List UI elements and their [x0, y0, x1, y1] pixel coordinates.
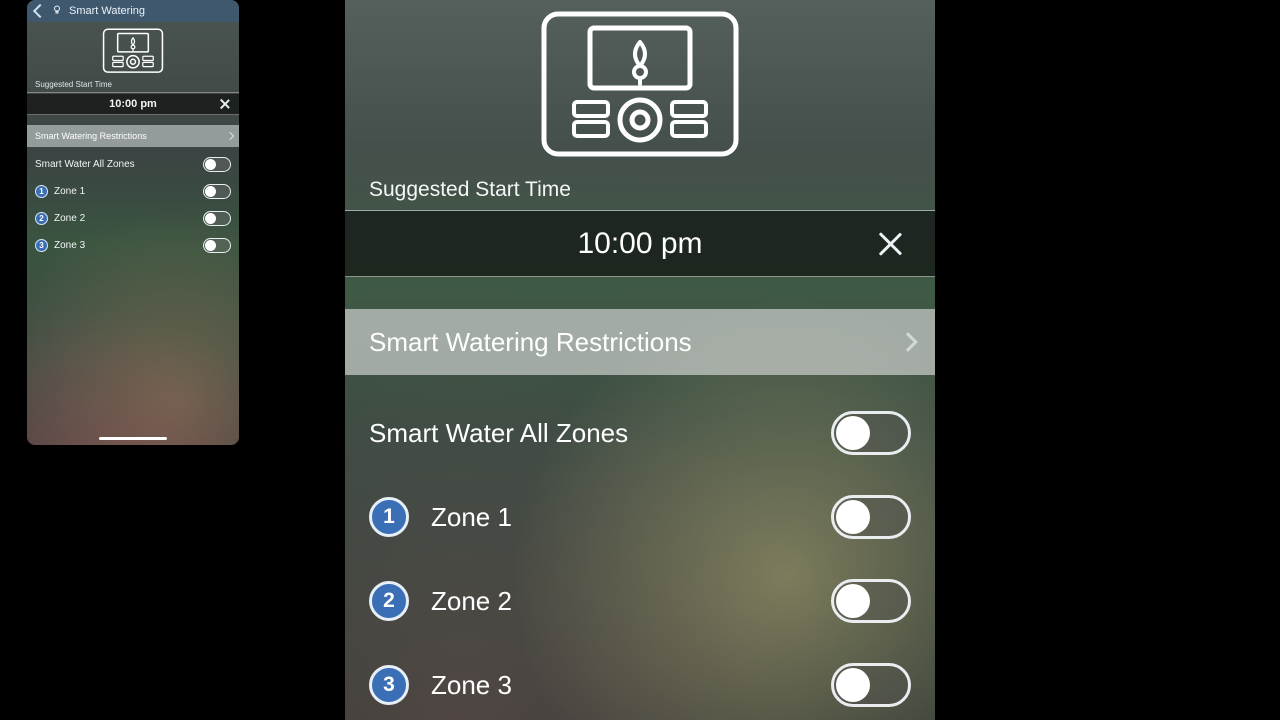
- restrictions-label: Smart Watering Restrictions: [369, 327, 692, 358]
- zone-row: 2 Zone 2: [35, 211, 231, 226]
- close-icon[interactable]: [219, 98, 231, 110]
- all-zones-label: Smart Water All Zones: [35, 159, 135, 170]
- all-zones-row: Smart Water All Zones: [369, 411, 911, 455]
- all-zones-toggle[interactable]: [831, 411, 911, 455]
- zones-list: Smart Water All Zones 1 Zone 1 2 Zone 2 3Z…: [27, 147, 239, 253]
- chevron-right-icon: [226, 132, 234, 140]
- zone-toggle[interactable]: [203, 238, 231, 253]
- zone-label: Zone 3: [54, 240, 85, 251]
- zone-number-badge: 1: [35, 185, 48, 198]
- zone-row: 3 Zone 3: [369, 663, 911, 707]
- zone-row: 2 Zone 2: [369, 579, 911, 623]
- phone-thumbnail: Smart Watering Suggested Start Time 10:0…: [27, 0, 239, 445]
- all-zones-label: Smart Water All Zones: [369, 418, 628, 449]
- chevron-right-icon: [898, 332, 918, 352]
- start-time-value: 10:00 pm: [577, 227, 702, 261]
- close-icon[interactable]: [875, 229, 905, 259]
- start-time-row[interactable]: 10:00 pm: [27, 93, 239, 115]
- start-time-value: 10:00 pm: [109, 98, 157, 110]
- zone-number-badge: 1: [369, 497, 409, 537]
- zone-number-badge: 3: [35, 239, 48, 252]
- zone-label: Zone 3: [431, 670, 512, 701]
- zone-label: Zone 2: [431, 586, 512, 617]
- zone-row: 3 Zone 3: [35, 238, 231, 253]
- zone-toggle[interactable]: [831, 495, 911, 539]
- bulb-icon: [51, 4, 63, 19]
- zone-number-badge: 3: [369, 665, 409, 705]
- device-illustration: [345, 0, 935, 178]
- zone-label: Zone 1: [54, 186, 85, 197]
- zone-number-badge: 2: [35, 212, 48, 225]
- zone-label: Zone 1: [431, 502, 512, 533]
- zone-label: Zone 2: [54, 213, 85, 224]
- zone-toggle[interactable]: [203, 211, 231, 226]
- device-illustration: [27, 22, 239, 78]
- nav-title: Smart Watering: [69, 5, 145, 17]
- all-zones-toggle[interactable]: [203, 157, 231, 172]
- zone-toggle[interactable]: [203, 184, 231, 199]
- zone-toggle[interactable]: [831, 579, 911, 623]
- suggested-start-time-label: Suggested Start Time: [345, 178, 935, 211]
- all-zones-row: Smart Water All Zones: [35, 157, 231, 172]
- zones-list: Smart Water All Zones 1 Zone 1 2 Zone 2 3Z…: [345, 375, 935, 707]
- restrictions-row[interactable]: Smart Watering Restrictions: [345, 309, 935, 375]
- back-icon[interactable]: [33, 4, 47, 18]
- nav-bar: Smart Watering: [27, 0, 239, 22]
- zone-row: 1 Zone 1: [35, 184, 231, 199]
- zone-row: 1 Zone 1: [369, 495, 911, 539]
- home-indicator: [99, 437, 167, 440]
- restrictions-row[interactable]: Smart Watering Restrictions: [27, 125, 239, 147]
- restrictions-label: Smart Watering Restrictions: [35, 131, 147, 141]
- zone-number-badge: 2: [369, 581, 409, 621]
- start-time-row[interactable]: 10:00 pm: [345, 211, 935, 277]
- zone-toggle[interactable]: [831, 663, 911, 707]
- suggested-start-time-label: Suggested Start Time: [27, 78, 239, 93]
- phone-zoomed: Suggested Start Time 10:00 pm Smart Wate…: [345, 0, 935, 720]
